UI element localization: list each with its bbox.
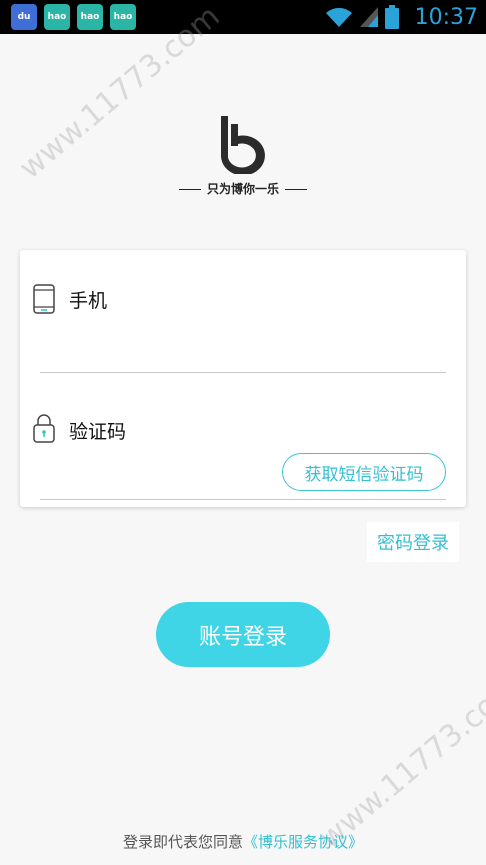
slogan-text: 只为博你一乐: [206, 182, 279, 196]
slogan-divider: [178, 189, 201, 190]
phone-underline: [40, 372, 446, 373]
brand-logo-icon: [220, 116, 265, 174]
wifi-icon: [325, 7, 352, 28]
hao-notification-icon: hao: [44, 4, 70, 30]
phone-icon: [33, 284, 55, 314]
code-underline: [40, 499, 446, 500]
clock: 10:37: [414, 4, 478, 30]
password-login-link[interactable]: 密码登录: [367, 522, 459, 562]
agreement-prefix: 登录即代表您同意: [122, 833, 243, 851]
baidu-notification-icon: du: [11, 4, 37, 30]
service-agreement-link[interactable]: 《博乐服务协议》: [243, 833, 363, 851]
slogan-divider: [285, 189, 307, 190]
hao-notification-icon: hao: [77, 4, 103, 30]
verification-code-field[interactable]: 验证码: [69, 417, 126, 444]
watermark: www.11773.com: [312, 668, 486, 857]
lock-icon: [33, 414, 55, 443]
status-indicators: 10:37: [325, 0, 478, 34]
signal-icon: [359, 7, 378, 27]
brand-slogan: 只为博你一乐: [0, 180, 486, 197]
login-form-card: 手机 验证码 获取短信验证码: [20, 250, 466, 507]
phone-field[interactable]: 手机: [69, 286, 107, 313]
agreement-notice: 登录即代表您同意《博乐服务协议》: [0, 831, 486, 852]
get-sms-code-button[interactable]: 获取短信验证码: [282, 453, 446, 491]
status-bar: du hao hao hao 10:37: [0, 0, 486, 34]
hao-notification-icon: hao: [110, 4, 136, 30]
account-login-button[interactable]: 账号登录: [156, 602, 330, 667]
battery-icon: [384, 5, 399, 29]
